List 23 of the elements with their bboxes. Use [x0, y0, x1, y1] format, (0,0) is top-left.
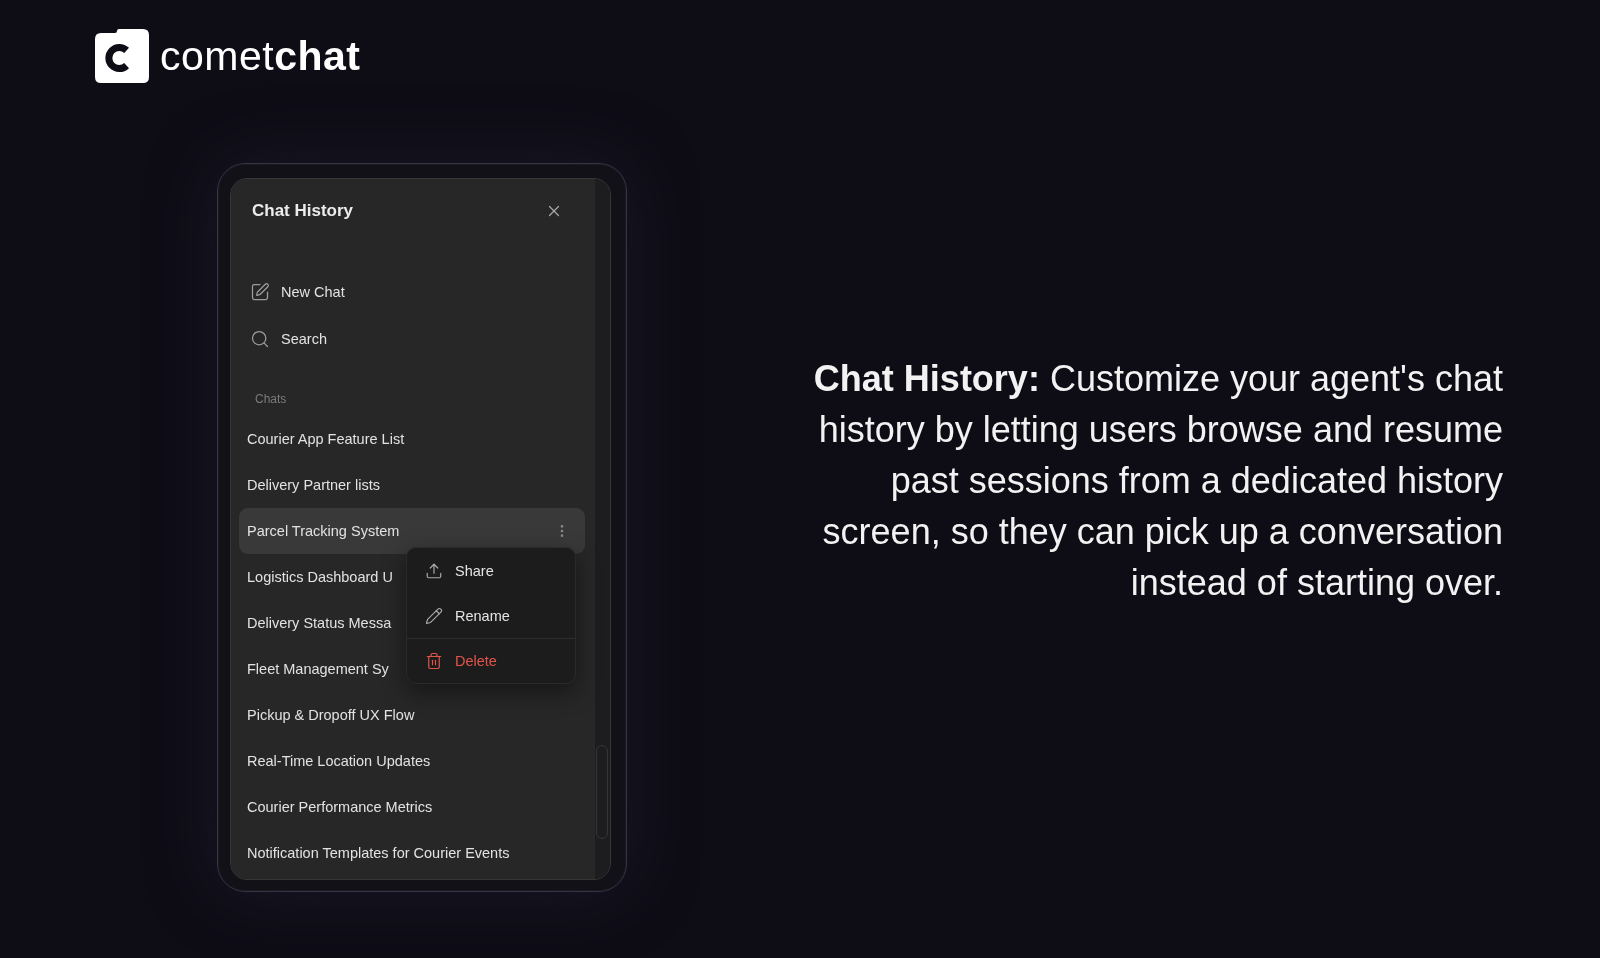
chat-item[interactable]: Logistics Dashboard U	[247, 554, 393, 600]
trash-icon	[425, 652, 443, 670]
chat-item[interactable]: Courier Performance Metrics	[247, 784, 433, 830]
section-label: Chats	[255, 391, 287, 407]
chat-item[interactable]: Pickup & Dropoff UX Flow	[247, 692, 415, 738]
pencil-square-icon	[250, 282, 270, 302]
new-chat-button[interactable]: New Chat	[250, 272, 345, 312]
chat-item[interactable]: Delivery Status Messa	[247, 600, 392, 646]
logo-icon	[95, 29, 149, 83]
chat-item[interactable]: Fleet Management Sy	[247, 646, 389, 692]
panel-title: Chat History	[252, 201, 354, 221]
chat-item[interactable]: Real-Time Location Updates	[247, 738, 431, 784]
menu-item[interactable]: Delete	[407, 638, 575, 683]
menu-item[interactable]: Rename	[407, 593, 575, 638]
logo-wordmark: cometchat	[160, 35, 361, 77]
chat-item[interactable]: Notification Templates for Courier Events	[247, 830, 510, 876]
pencil-icon	[425, 606, 443, 625]
search-button[interactable]: Search	[250, 319, 327, 359]
chat-item[interactable]: Parcel Tracking System	[239, 508, 585, 554]
search-icon	[250, 329, 270, 349]
chat-item[interactable]: Delivery Partner lists	[247, 462, 380, 508]
chat-item[interactable]: Courier App Feature List	[247, 416, 405, 462]
feature-description: Chat History: Customize your agent's chat history by letting users browse and resume past sessions from a dedicated history screen, so they can pick up a conversation instead of starting over.	[812, 357, 1503, 605]
